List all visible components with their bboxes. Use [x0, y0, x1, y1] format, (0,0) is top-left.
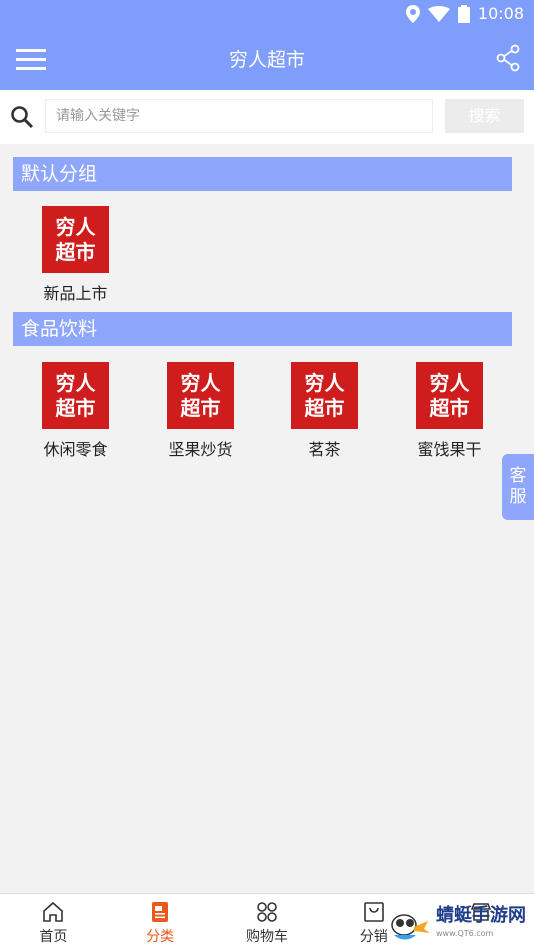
- watermark-sub: www.QT6.com: [436, 929, 494, 938]
- status-bar: 10:08: [0, 0, 534, 28]
- watermark-text-block: 蜻蜓手游网 www.QT6.com: [436, 907, 526, 943]
- category-item[interactable]: 穷人 超市 新品上市: [13, 206, 138, 304]
- nav-label: 购物车: [245, 929, 288, 945]
- logo-text-line2: 超市: [304, 395, 345, 420]
- category-logo: 穷人 超市: [291, 362, 358, 429]
- location-icon: [405, 4, 420, 23]
- kefu-line1: 客: [509, 466, 527, 486]
- customer-service-button[interactable]: 客 服: [502, 454, 534, 520]
- section-title-default: 默认分组: [13, 157, 512, 191]
- app-bar: 穷人超市: [0, 28, 534, 90]
- category-logo: 穷人 超市: [167, 362, 234, 429]
- logo-text-line1: 穷人: [55, 214, 96, 239]
- category-label: 茗茶: [308, 440, 341, 459]
- category-icon: [152, 902, 169, 922]
- category-label: 休闲零食: [43, 440, 108, 459]
- status-time: 10:08: [477, 4, 524, 23]
- kefu-line2: 服: [509, 487, 527, 507]
- logo-text-line1: 穷人: [180, 370, 221, 395]
- search-icon: [11, 106, 34, 129]
- category-item[interactable]: 穷人 超市 蜜饯果干: [387, 362, 512, 460]
- search-button[interactable]: 搜索: [445, 99, 524, 133]
- nav-label: 首页: [39, 929, 68, 945]
- watermark-text: 蜻蜓手游网: [436, 905, 526, 926]
- nav-label: 分类: [146, 929, 175, 945]
- battery-icon: [457, 4, 470, 23]
- bag-icon: [363, 902, 384, 922]
- category-logo: 穷人 超市: [42, 206, 109, 273]
- nav-label: 分销: [359, 929, 388, 945]
- category-item[interactable]: 穷人 超市 茗茶: [262, 362, 387, 460]
- logo-text-line1: 穷人: [304, 370, 345, 395]
- category-logo: 穷人 超市: [416, 362, 483, 429]
- nav-category[interactable]: 分类: [107, 894, 214, 950]
- page-title: 穷人超市: [228, 49, 305, 71]
- category-label: 蜜饯果干: [417, 440, 482, 459]
- logo-text-line2: 超市: [180, 395, 221, 420]
- category-label: 坚果炒货: [168, 440, 233, 459]
- logo-text-line2: 超市: [55, 395, 96, 420]
- cart-icon: [257, 902, 277, 922]
- search-input[interactable]: [45, 99, 433, 133]
- logo-text-line1: 穷人: [429, 370, 470, 395]
- watermark: 蜻蜓手游网 www.QT6.com: [390, 905, 534, 945]
- dragonfly-logo-icon: [391, 914, 430, 940]
- nav-cart[interactable]: 购物车: [214, 894, 321, 950]
- category-logo: 穷人 超市: [42, 362, 109, 429]
- logo-text-line1: 穷人: [55, 370, 96, 395]
- share-icon[interactable]: [496, 44, 520, 72]
- logo-text-line2: 超市: [429, 395, 470, 420]
- category-item[interactable]: 穷人 超市 休闲零食: [13, 362, 138, 460]
- category-label: 新品上市: [43, 284, 108, 303]
- category-item[interactable]: 穷人 超市 坚果炒货: [138, 362, 263, 460]
- search-bar: 搜索: [0, 90, 534, 144]
- nav-home[interactable]: 首页: [0, 894, 107, 950]
- section-title-food: 食品饮料: [13, 312, 512, 346]
- logo-text-line2: 超市: [55, 239, 96, 264]
- home-icon: [43, 901, 64, 922]
- wifi-icon: [427, 5, 450, 22]
